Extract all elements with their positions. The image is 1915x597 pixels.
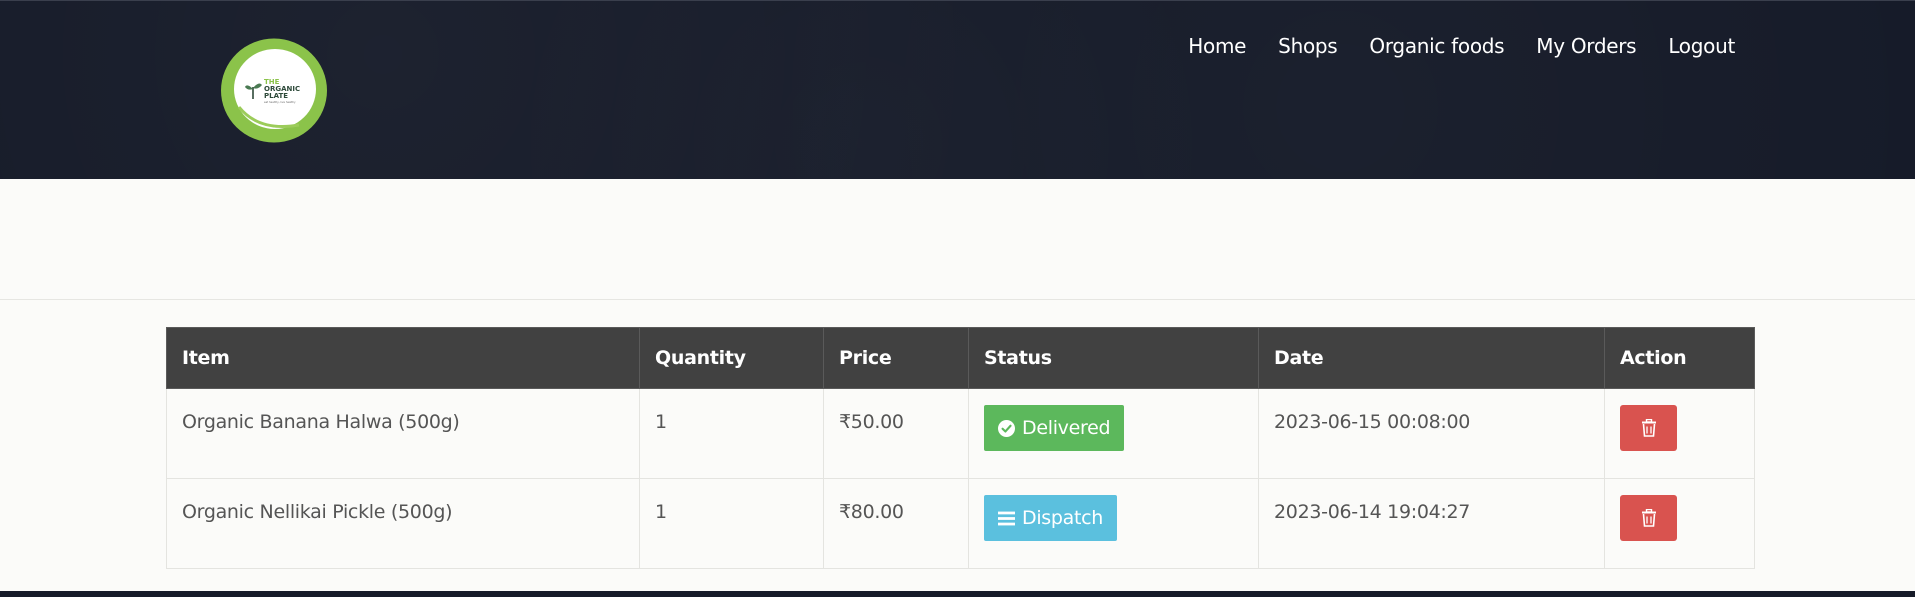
bars-icon — [998, 511, 1015, 525]
cell-action — [1604, 478, 1755, 569]
table-header-row: Item Quantity Price Status Date Action — [166, 327, 1755, 389]
orders-table-container: Item Quantity Price Status Date Action O… — [166, 327, 1755, 569]
delete-order-button[interactable] — [1620, 495, 1677, 541]
svg-text:PLATE: PLATE — [264, 92, 288, 100]
cell-price: ₹50.00 — [823, 388, 969, 479]
column-header-quantity: Quantity — [639, 327, 824, 389]
delete-order-button[interactable] — [1620, 405, 1677, 451]
nav-logout[interactable]: Logout — [1668, 31, 1735, 61]
nav-home[interactable]: Home — [1188, 31, 1246, 61]
status-badge-delivered: Delivered — [984, 405, 1125, 451]
nav-my-orders[interactable]: My Orders — [1536, 31, 1636, 61]
status-badge-dispatch: Dispatch — [984, 495, 1118, 541]
table-row: Organic Nellikai Pickle (500g) 1 ₹80.00 … — [166, 478, 1755, 569]
column-header-date: Date — [1258, 327, 1605, 389]
svg-text:eat healthy, live healthy: eat healthy, live healthy — [264, 100, 296, 104]
column-header-price: Price — [823, 327, 969, 389]
cell-action — [1604, 388, 1755, 479]
cell-item: Organic Banana Halwa (500g) — [166, 388, 640, 479]
section-divider — [0, 299, 1915, 300]
cell-date: 2023-06-15 00:08:00 — [1258, 388, 1605, 479]
cell-date: 2023-06-14 19:04:27 — [1258, 478, 1605, 569]
trash-icon — [1641, 509, 1656, 527]
trash-icon — [1641, 419, 1656, 437]
organic-plate-logo[interactable]: THE ORGANIC PLATE eat healthy, live heal… — [219, 37, 329, 144]
site-header: THE ORGANIC PLATE eat healthy, live heal… — [0, 0, 1915, 179]
status-label: Dispatch — [1022, 507, 1104, 529]
cell-price: ₹80.00 — [823, 478, 969, 569]
footer-bar — [0, 591, 1915, 597]
column-header-item: Item — [166, 327, 640, 389]
table-row: Organic Banana Halwa (500g) 1 ₹50.00 Del… — [166, 388, 1755, 479]
orders-table: Item Quantity Price Status Date Action O… — [166, 327, 1755, 569]
main-nav: Home Shops Organic foods My Orders Logou… — [1188, 31, 1735, 61]
cell-item: Organic Nellikai Pickle (500g) — [166, 478, 640, 569]
status-label: Delivered — [1022, 417, 1111, 439]
nav-organic-foods[interactable]: Organic foods — [1369, 31, 1504, 61]
column-header-action: Action — [1604, 327, 1755, 389]
column-header-status: Status — [968, 327, 1259, 389]
check-circle-icon — [998, 419, 1015, 437]
cell-quantity: 1 — [639, 478, 824, 569]
cell-quantity: 1 — [639, 388, 824, 479]
cell-status: Delivered — [968, 388, 1259, 479]
nav-shops[interactable]: Shops — [1278, 31, 1338, 61]
cell-status: Dispatch — [968, 478, 1259, 569]
